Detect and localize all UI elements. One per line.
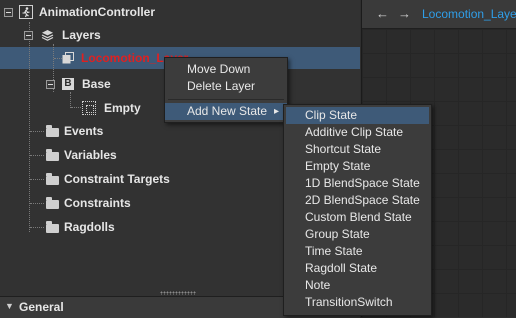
menu-item-delete-layer[interactable]: Delete Layer [165,78,287,95]
layers-icon [41,29,54,41]
context-menu: Move Down Delete Layer Add New State ▸ [164,57,288,123]
submenu-item-clip-state[interactable]: Clip State [286,107,429,124]
tree-item-events[interactable]: Events [46,120,103,142]
tree-guide [30,227,44,228]
submenu-item-custom-blend-state[interactable]: Custom Blend State [286,209,429,226]
collapse-toggle-icon[interactable] [4,7,13,17]
menu-item-label: Add New State [187,104,268,118]
tree-item-constraints[interactable]: Constraints [46,192,131,214]
empty-state-icon [82,101,96,115]
tree-item-constraint-targets[interactable]: Constraint Targets [46,168,170,190]
tree-item-label: Ragdolls [64,220,115,234]
folder-icon [46,124,59,137]
submenu-arrow-icon: ▸ [273,106,279,117]
menu-item-move-down[interactable]: Move Down [165,61,287,78]
submenu-item-additive-clip-state[interactable]: Additive Clip State [286,124,429,141]
layer-icon [62,52,75,64]
graph-header: ← → Locomotion_Layer [362,0,516,29]
tree-guide [29,22,30,232]
folder-icon [46,148,59,161]
tree-guide [71,107,81,108]
tree-item-label: Layers [62,28,101,42]
submenu-item-1d-blendspace-state[interactable]: 1D BlendSpace State [286,175,429,192]
collapse-toggle-icon[interactable] [46,79,55,89]
tree-root-animation-controller[interactable]: AnimationController [4,1,155,23]
submenu-item-2d-blendspace-state[interactable]: 2D BlendSpace State [286,192,429,209]
submenu-item-time-state[interactable]: Time State [286,243,429,260]
tree-item-variables[interactable]: Variables [46,144,117,166]
tree-guide [30,131,44,132]
submenu-item-transition-switch[interactable]: TransitionSwitch [286,294,429,311]
folder-icon [46,196,59,209]
menu-separator [168,99,284,100]
tree-item-label: Events [64,124,104,138]
running-figure-icon [19,5,33,19]
collapse-triangle-icon[interactable]: ▼ [5,301,14,311]
folder-icon [46,220,59,233]
tree-item-label: Constraints [64,196,131,210]
tree-item-label: Constraint Targets [64,172,170,186]
tree-item-label: Base [82,77,111,91]
submenu-item-ragdoll-state[interactable]: Ragdoll State [286,260,429,277]
submenu-item-note[interactable]: Note [286,277,429,294]
collapse-toggle-icon[interactable] [24,30,33,40]
graph-breadcrumb[interactable]: Locomotion_Layer [422,7,516,21]
arrow-right-icon[interactable]: → [398,6,411,21]
add-state-submenu: Clip State Additive Clip State Shortcut … [283,104,432,316]
submenu-item-group-state[interactable]: Group State [286,226,429,243]
tree-item-label: Empty [104,101,141,115]
arrow-left-icon[interactable]: ← [376,6,389,21]
tree-guide [30,179,44,180]
section-title: General [19,300,64,314]
tree-root-label: AnimationController [39,5,155,19]
tree-item-base[interactable]: B Base [46,73,111,95]
blend-b-icon: B [62,78,74,90]
panel-splitter-handle[interactable] [160,291,196,295]
tree-item-ragdolls[interactable]: Ragdolls [46,216,115,238]
submenu-item-empty-state[interactable]: Empty State [286,158,429,175]
submenu-item-shortcut-state[interactable]: Shortcut State [286,141,429,158]
tree-item-empty[interactable]: Empty [82,97,141,119]
tree-guide [30,203,44,204]
menu-item-add-new-state[interactable]: Add New State ▸ [165,103,287,120]
tree-item-label: Variables [64,148,117,162]
tree-guide [30,155,44,156]
tree-item-layers[interactable]: Layers [24,24,101,46]
folder-icon [46,172,59,185]
